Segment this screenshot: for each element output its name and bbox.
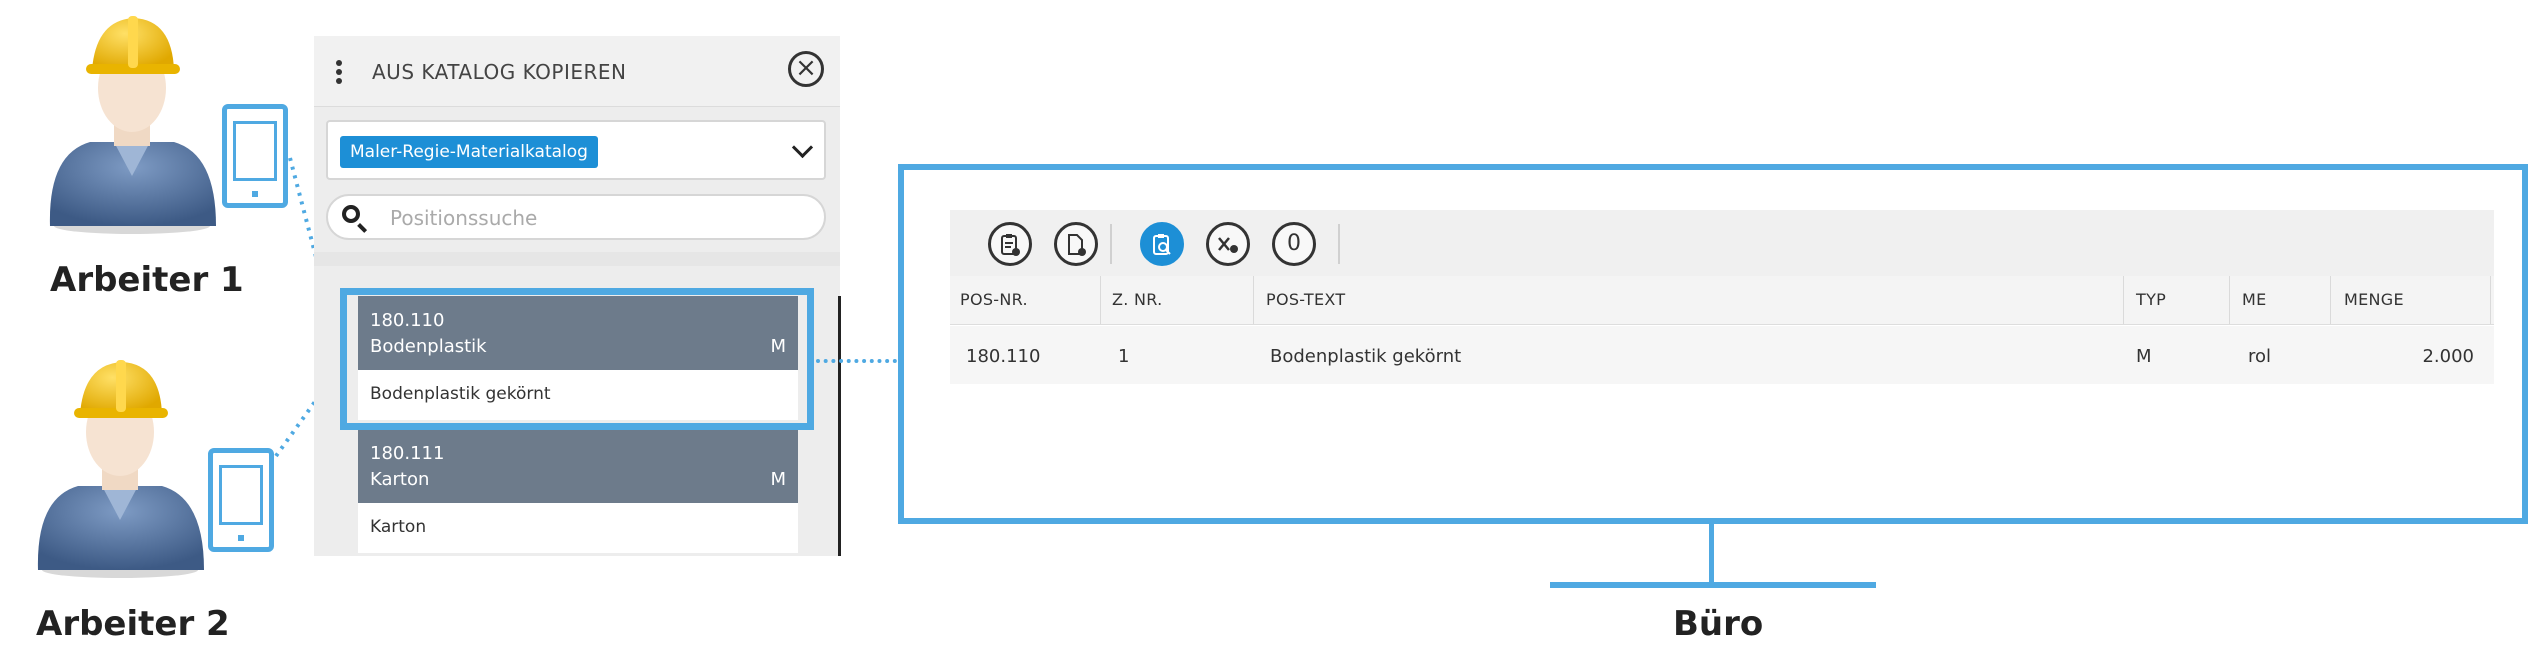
document-add-button[interactable]	[1054, 222, 1098, 266]
column-header-z-nr[interactable]: Z. NR.	[1112, 290, 1163, 309]
toolbar-separator	[1110, 224, 1112, 264]
search-bar	[326, 194, 826, 240]
catalog-select[interactable]: Maler-Regie-Materialkatalog	[326, 120, 826, 180]
cell-me: rol	[2248, 346, 2272, 367]
chevron-down-icon[interactable]	[791, 136, 814, 159]
cell-menge: 2.000	[2422, 346, 2474, 367]
search-icon	[342, 205, 360, 223]
close-button[interactable]: ×	[788, 51, 824, 87]
catalog-chip: Maler-Regie-Materialkatalog	[340, 136, 598, 168]
close-clear-icon	[1218, 237, 1238, 253]
clipboard-search-icon	[1153, 234, 1171, 255]
cell-pos-nr: 180.110	[966, 346, 1041, 367]
item-description: Karton	[370, 517, 427, 537]
office-label: Büro	[1673, 604, 1764, 644]
kebab-menu-icon[interactable]	[336, 60, 344, 84]
item-name: Karton	[370, 469, 430, 490]
cell-pos-text: Bodenplastik gekörnt	[1270, 346, 1462, 367]
counter-value: 0	[1287, 231, 1301, 256]
remove-button[interactable]	[1206, 222, 1250, 266]
column-header-typ[interactable]: TYP	[2136, 290, 2166, 309]
column-header-me[interactable]: ME	[2242, 290, 2267, 309]
office-base	[1550, 582, 1876, 588]
search-input[interactable]	[388, 202, 812, 234]
column-header-pos-text[interactable]: POS-TEXT	[1266, 290, 1345, 309]
clipboard-add-button[interactable]	[988, 222, 1032, 266]
office-stand	[1709, 524, 1714, 582]
selected-item-highlight	[340, 288, 814, 430]
table-header: POS-NR. Z. NR. POS-TEXT TYP ME MENGE	[950, 276, 2494, 325]
list-divider	[314, 252, 840, 266]
panel-header: AUS KATALOG KOPIEREN ×	[314, 36, 840, 107]
cell-z-nr: 1	[1118, 346, 1130, 367]
cell-typ: M	[2136, 346, 2152, 367]
office-toolbar: 0	[950, 210, 2494, 277]
counter-button[interactable]: 0	[1272, 222, 1316, 266]
list-item[interactable]: 180.111 Karton M Karton	[358, 429, 798, 553]
document-add-icon	[1068, 234, 1086, 256]
toolbar-separator	[1338, 224, 1340, 264]
item-code: 180.111	[370, 443, 445, 464]
copy-from-catalog-button[interactable]	[1140, 222, 1184, 266]
clipboard-add-icon	[1001, 234, 1020, 256]
column-header-menge[interactable]: MENGE	[2344, 290, 2404, 309]
table-row[interactable]: 180.110 1 Bodenplastik gekörnt M rol 2.0…	[950, 326, 2494, 384]
panel-title: AUS KATALOG KOPIEREN	[372, 60, 627, 84]
column-header-pos-nr[interactable]: POS-NR.	[960, 290, 1028, 309]
panel-scroll-edge	[838, 296, 841, 556]
item-type: M	[770, 469, 786, 490]
close-icon: ×	[795, 53, 817, 83]
